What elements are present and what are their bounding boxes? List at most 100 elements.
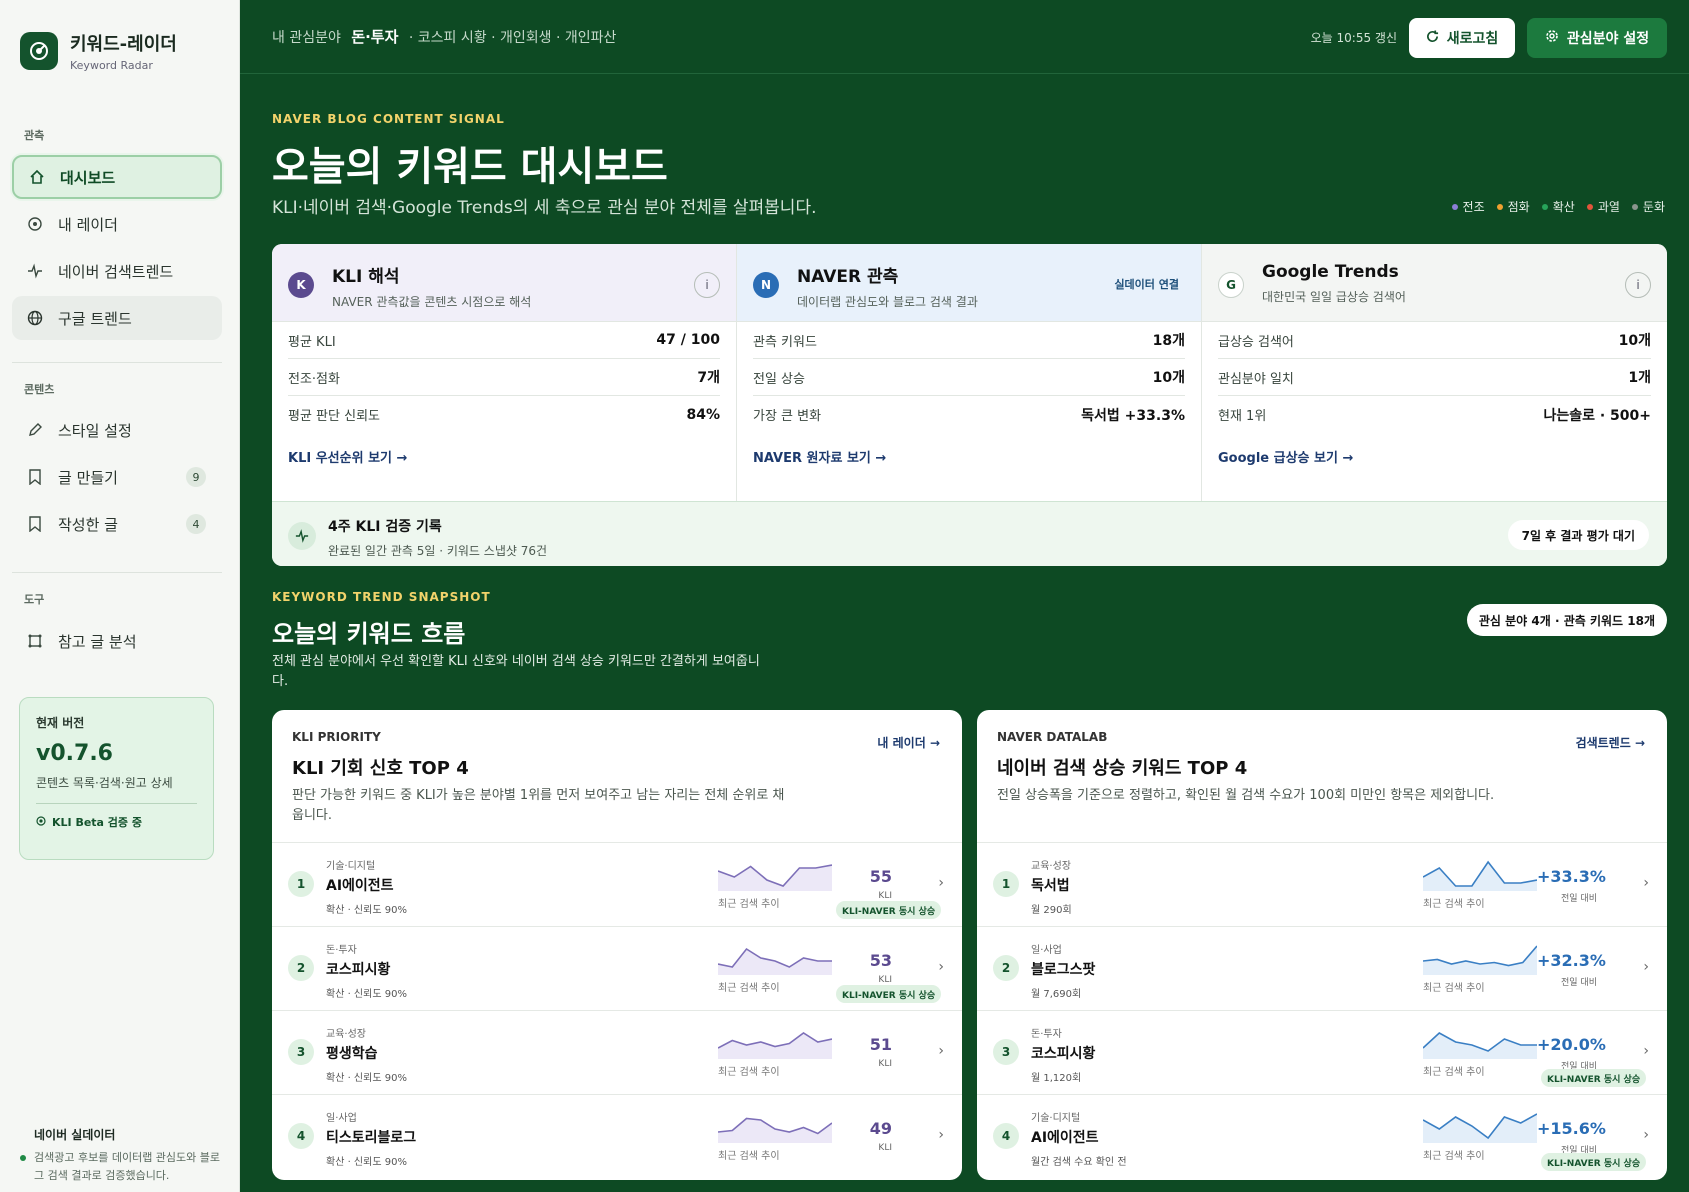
stat-row: 급상승 검색어 10개: [1218, 322, 1651, 359]
card-eyebrow: KLI PRIORITY: [292, 730, 381, 744]
brand-title: 키워드-레이더: [70, 34, 177, 55]
stat-value: 18개: [1152, 333, 1185, 349]
refresh-button[interactable]: 새로고침: [1409, 18, 1515, 58]
chevron-right-icon: ›: [1643, 1127, 1649, 1143]
kli-top4-card: KLI PRIORITY KLI 기회 신호 TOP 4 판단 가능한 키워드 …: [272, 710, 962, 1180]
chevron-right-icon: ›: [1643, 875, 1649, 891]
score-value: 51: [869, 1035, 892, 1054]
hero-eyebrow: NAVER BLOG CONTENT SIGNAL: [272, 112, 505, 126]
my-radar-link[interactable]: 내 레이더 →: [877, 734, 940, 751]
gear-icon: [1545, 29, 1559, 47]
globe-icon: [26, 309, 44, 327]
trend-sparkline: [718, 1032, 832, 1059]
sidebar-item-create-post[interactable]: 글 만들기 9: [12, 455, 222, 499]
score-value: 49: [869, 1119, 892, 1138]
keyword-category: 기술·디지털: [1031, 1113, 1081, 1124]
google-rising-link[interactable]: Google 급상승 보기 →: [1218, 447, 1651, 466]
summary-panel: K KLI 해석 NAVER 관측값을 콘텐츠 시점으로 해석 i 평균 KLI…: [272, 244, 1667, 566]
sidebar-item-my-radar[interactable]: 내 레이더: [12, 202, 222, 246]
list-item[interactable]: 1 기술·디지털 AI에이전트 확산 · 신뢰도 90% 최근 검색 추이 55 KLI KL…: [272, 842, 962, 926]
sparkline-area: [718, 865, 832, 891]
sparkline-caption: 최근 검색 추이: [718, 983, 780, 994]
validation-title: 4주 KLI 검증 기록: [328, 519, 442, 535]
hero-description: KLI·네이버 검색·Google Trends의 세 축으로 관심 분야 전체…: [272, 198, 817, 218]
snapshot-title: 오늘의 키워드 흐름: [272, 620, 466, 648]
breadcrumb-prefix: 내 관심분야: [272, 30, 341, 46]
sidebar-item-reference-analysis[interactable]: 참고 글 분석: [12, 619, 222, 663]
search-trend-link[interactable]: 검색트렌드 →: [1576, 734, 1645, 751]
stage-legend: 전조 점화 확산 과열 둔화: [1451, 198, 1665, 215]
sidebar-item-label: 스타일 설정: [58, 421, 132, 440]
count-badge: 4: [186, 514, 206, 534]
list-item[interactable]: 2 일·사업 블로그스팟 월 7,690회 최근 검색 추이 +32.3% 전일 대비 ›: [977, 926, 1667, 1010]
kli-subtitle: NAVER 관측값을 콘텐츠 시점으로 해석: [332, 295, 532, 309]
card-description: 전일 상승폭을 기준으로 정렬하고, 확인된 월 검색 수요가 100회 미만인…: [997, 788, 1495, 803]
stat-value: 84%: [686, 406, 720, 423]
sidebar-item-dashboard[interactable]: 대시보드: [12, 155, 222, 199]
sidebar-item-google-trends[interactable]: 구글 트렌드: [12, 296, 222, 340]
score-unit: KLI: [878, 891, 892, 901]
keyword-name: AI에이전트: [1031, 1130, 1099, 1146]
list-item[interactable]: 4 일·사업 티스토리블로그 확산 · 신뢰도 90% 최근 검색 추이 49 KLI ›: [272, 1094, 962, 1178]
realtime-desc: 검색광고 후보를 데이터랩 관심도와 블로그 검색 결과로 검증했습니다.: [34, 1151, 221, 1182]
keyword-meta: 월 290회: [1031, 905, 1072, 916]
sparkline-caption: 최근 검색 추이: [718, 1151, 780, 1162]
realtime-status: 네이버 실데이터 검색광고 후보를 데이터랩 관심도와 블로그 검색 결과로 검…: [20, 1126, 230, 1185]
legend-label: 확산: [1552, 200, 1575, 214]
kli-priority-link[interactable]: KLI 우선순위 보기 →: [288, 447, 720, 466]
section-label-content: 콘텐츠: [24, 383, 55, 396]
sidebar-item-written-posts[interactable]: 작성한 글 4: [12, 502, 222, 546]
keyword-name: 코스피시황: [1031, 1046, 1096, 1062]
keyword-name: 블로그스팟: [1031, 962, 1096, 978]
bookmark-icon: [26, 468, 44, 486]
legend-item: 점화: [1496, 198, 1530, 215]
list-item[interactable]: 4 기술·디지털 AI에이전트월간 검색 수요 확인 전 최근 검색 추이 +15.6%…: [977, 1094, 1667, 1178]
stat-row: 평균 KLI 47 / 100: [288, 322, 720, 359]
google-header: G Google Trends 대한민국 일일 급상승 검색어 i: [1202, 244, 1667, 322]
list-item[interactable]: 3 돈·투자 코스피시황 월 1,120회 최근 검색 추이 +20.0% 전일 대비 KLI…: [977, 1010, 1667, 1094]
info-icon[interactable]: i: [1625, 272, 1651, 298]
legend-dot: [1496, 203, 1503, 210]
breadcrumb-current[interactable]: 돈·투자: [351, 28, 398, 46]
naver-header: N NAVER 관측 데이터랩 관심도와 블로그 검색 결과 실데이터 연결: [737, 244, 1201, 322]
list-item[interactable]: 1 교육·성장 독서법 월 290회 최근 검색 추이 +33.3% 전일 대비 ›: [977, 842, 1667, 926]
keyword-meta: 월간 검색 수요 확인 전: [1031, 1157, 1127, 1168]
co-rise-tag: KLI-NAVER 동시 상승: [836, 985, 942, 1003]
interest-count-pill: 관심 분야 4개 · 관측 키워드 18개: [1466, 604, 1667, 636]
info-icon[interactable]: i: [694, 272, 720, 298]
interest-settings-button[interactable]: 관심분야 설정: [1527, 18, 1667, 58]
trend-sparkline: [1423, 1032, 1537, 1059]
stat-value: 10개: [1618, 333, 1651, 349]
rank-badge: 4: [993, 1123, 1019, 1149]
rank-badge: 1: [993, 871, 1019, 897]
list-item[interactable]: 2 돈·투자 코스피시황 확산 · 신뢰도 90% 최근 검색 추이 53 KLI KLI-N…: [272, 926, 962, 1010]
stat-value: 독서법 +33.3%: [1081, 407, 1185, 424]
count-badge: 9: [186, 467, 206, 487]
radar-icon: [26, 215, 44, 233]
naver-raw-link[interactable]: NAVER 원자료 보기 →: [753, 447, 1185, 466]
legend-item: 과열: [1586, 198, 1620, 215]
sparkline-area: [718, 1118, 832, 1143]
list-item[interactable]: 3 교육·성장 평생학습 확산 · 신뢰도 90% 최근 검색 추이 51 KLI ›: [272, 1010, 962, 1094]
sidebar-item-naver-trend[interactable]: 네이버 검색트렌드: [12, 249, 222, 293]
kli-header: K KLI 해석 NAVER 관측값을 콘텐츠 시점으로 해석 i: [272, 244, 736, 322]
keyword-category: 기술·디지털: [326, 861, 376, 872]
status-dot: [20, 1155, 26, 1161]
stat-label: 전일 상승: [753, 371, 805, 387]
stat-value: 1개: [1628, 370, 1651, 386]
sidebar-item-style-settings[interactable]: 스타일 설정: [12, 408, 222, 452]
legend-label: 둔화: [1642, 200, 1665, 214]
score-value: +15.6%: [1537, 1119, 1606, 1138]
pulse-icon: [26, 262, 44, 280]
score-unit: 전일 대비: [1561, 978, 1597, 988]
stat-row: 가장 큰 변화 독서법 +33.3%: [753, 396, 1185, 433]
score-value: 55: [869, 867, 892, 886]
trend-sparkline: [718, 864, 832, 891]
sparkline-caption: 최근 검색 추이: [1423, 1151, 1485, 1162]
version-card: 현재 버전 v0.7.6 콘텐츠 목록·검색·원고 상세 KLI Beta 검증…: [19, 697, 214, 860]
brand[interactable]: 키워드-레이더 Keyword Radar: [20, 30, 177, 72]
page-title: 오늘의 키워드 대시보드: [272, 144, 668, 190]
co-rise-tag: KLI-NAVER 동시 상승: [1541, 1153, 1647, 1171]
naver-badge: N: [753, 272, 779, 298]
stat-row: 현재 1위 나는솔로 · 500+: [1218, 396, 1651, 433]
